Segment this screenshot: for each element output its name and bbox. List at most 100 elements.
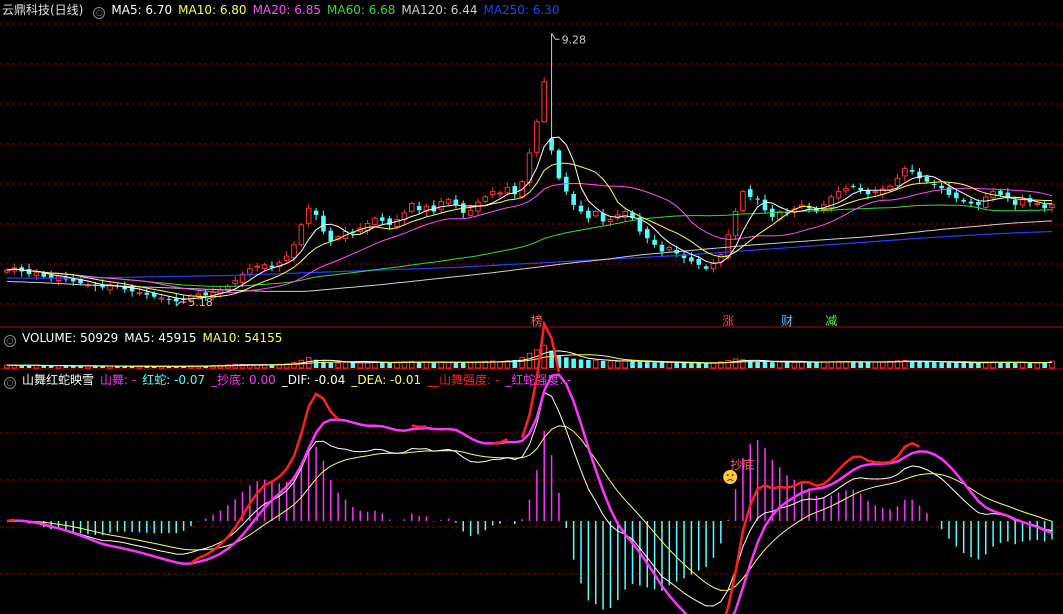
volume-bar (851, 361, 856, 368)
candle-body (158, 297, 165, 300)
volume-bar (48, 365, 54, 368)
volume-bar (350, 362, 356, 368)
candle-body (887, 185, 893, 191)
candle-body (33, 272, 40, 277)
volume-bar (41, 365, 47, 368)
candle-body (136, 292, 143, 295)
candle-body (659, 244, 665, 252)
volume-bar (335, 362, 341, 369)
volume-bar (879, 361, 886, 369)
volume-bar (710, 362, 717, 369)
candle-body (858, 187, 863, 191)
volume-bar (416, 362, 422, 368)
candle-body (305, 207, 312, 224)
volume-bar (799, 361, 805, 369)
volume-bar (909, 361, 915, 368)
volume-bar (924, 361, 930, 368)
volume-bar (776, 361, 783, 369)
candle-body (269, 265, 275, 268)
shanwu-line (6, 518, 15, 523)
high-label: 9.28 (562, 33, 587, 46)
volume-bar (843, 361, 849, 369)
candle-body (747, 189, 753, 197)
volume-bar (755, 361, 760, 368)
ma60-line (6, 204, 1053, 287)
volume-bar (460, 362, 466, 368)
volume-bar (696, 363, 702, 368)
candle-body (321, 215, 326, 232)
candle-body (718, 254, 724, 263)
volume-bar (592, 359, 599, 369)
volume-bar (63, 366, 69, 368)
ma120-line (6, 220, 1053, 292)
volume-bar (703, 363, 709, 368)
candle-body (534, 121, 540, 153)
candle-body (1049, 204, 1055, 208)
candle-body (644, 229, 650, 239)
volume-bar (1005, 362, 1011, 368)
candle-body (703, 266, 709, 269)
volume-bar (732, 358, 739, 369)
candle-body (851, 185, 856, 187)
chaodi-label: 抄底 (730, 457, 754, 472)
candle-body (144, 292, 150, 295)
volume-bar (571, 358, 576, 368)
volume-bar (725, 360, 731, 369)
volume-bar (586, 360, 591, 368)
volume-bar (865, 362, 871, 368)
candle-body (725, 234, 731, 258)
low-label: 5.18 (188, 296, 213, 309)
volume-bar (357, 362, 364, 369)
candle-body (247, 268, 253, 275)
volume-bar (644, 362, 650, 368)
candle-body (931, 184, 937, 186)
candle-body (489, 191, 496, 196)
volume-bar (380, 362, 385, 368)
candle-body (740, 191, 746, 212)
candle-body (762, 199, 768, 211)
volume-bar (946, 362, 952, 368)
volume-bar (19, 365, 24, 368)
face-eye (726, 474, 729, 476)
candle-body (232, 280, 238, 285)
volume-bar (615, 360, 621, 369)
volume-bar (828, 361, 835, 369)
volume-bar (961, 362, 966, 368)
candle-body (968, 201, 974, 204)
candle-body (909, 169, 915, 172)
candle-body (586, 210, 591, 219)
candle-body (998, 190, 1003, 195)
candle-body (879, 188, 886, 195)
event-badge: 减 (825, 314, 837, 328)
candle-body (541, 81, 547, 123)
candle-body (939, 185, 944, 189)
candle-body (445, 199, 452, 204)
volume-bar (998, 362, 1003, 368)
candle-body (556, 150, 562, 179)
volume-bar (821, 361, 827, 369)
volume-bar (666, 361, 673, 369)
shanwu-line (520, 319, 561, 439)
volume-bar (467, 361, 474, 369)
candle-body (166, 298, 172, 300)
volume-bar (968, 362, 974, 368)
volume-bar (784, 362, 790, 368)
face-eye (731, 474, 734, 476)
candle-body (652, 239, 657, 245)
volume-bar (549, 350, 554, 368)
candle-body (173, 298, 179, 302)
candle-body (254, 265, 260, 268)
candle-body (689, 257, 694, 262)
candle-body (571, 194, 576, 205)
candle-body (283, 255, 290, 261)
volume-bar (342, 361, 349, 369)
volume-bar (652, 362, 657, 368)
candle-body (504, 187, 511, 194)
volume-bar (11, 364, 18, 369)
candle-body (946, 187, 952, 195)
stock-chart[interactable]: 9.28 5.18 榜 涨 财 减抄底 (0, 0, 1063, 614)
candle-body (408, 203, 415, 212)
volume-bar (387, 362, 392, 368)
candle-body (467, 209, 474, 216)
volume-bar (519, 357, 525, 369)
